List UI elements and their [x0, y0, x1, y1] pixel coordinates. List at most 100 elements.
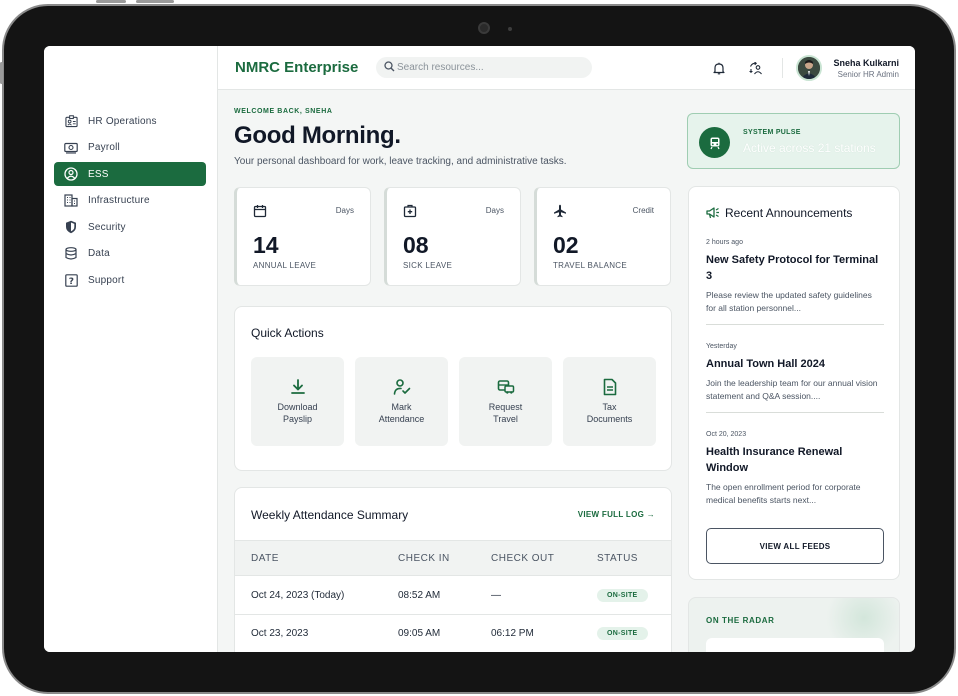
building-icon	[64, 194, 78, 208]
action-label: Tax Documents	[586, 402, 633, 424]
user-name: Sneha Kulkarni	[833, 58, 899, 68]
check-out-cell: 06:12 PM	[491, 628, 534, 639]
section-title: Quick Actions	[251, 326, 324, 340]
status-badge: ON-SITE	[597, 627, 648, 640]
sidebar-item-label: Security	[88, 221, 126, 233]
attendance-card: Weekly Attendance Summary VIEW FULL LOG …	[234, 487, 672, 652]
avatar[interactable]	[796, 55, 822, 81]
stat-unit: Days	[335, 206, 354, 215]
announcement-item[interactable]: 2 hours ago New Safety Protocol for Term…	[706, 239, 884, 315]
sidebar-item-security[interactable]: Security	[54, 215, 206, 239]
action-label: Download Payslip	[277, 402, 318, 424]
sidebar-item-payroll[interactable]: Payroll	[54, 136, 206, 160]
status-badge: ON-SITE	[597, 589, 648, 602]
sidebar-nav: HR Operations Payroll ESS Infrastructure	[54, 109, 206, 295]
stat-card-sick-leave[interactable]: Days 08 SICK LEAVE	[384, 187, 521, 286]
request-travel-button[interactable]: Request Travel	[459, 357, 552, 446]
stat-label: TRAVEL BALANCE	[553, 261, 628, 270]
announcement-title: Annual Town Hall 2024	[706, 358, 825, 370]
user-role: Senior HR Admin	[837, 70, 899, 79]
quick-actions-card: Quick Actions Download Payslip Mark Atte…	[234, 306, 672, 471]
table-row[interactable]: Oct 23, 2023 09:05 AM 06:12 PM ON-SITE	[235, 615, 671, 652]
switch-user-icon[interactable]	[748, 60, 764, 76]
notification-bell-icon[interactable]	[711, 60, 727, 76]
car-icon	[497, 378, 515, 396]
stat-label: ANNUAL LEAVE	[253, 261, 317, 270]
check-in-cell: 08:52 AM	[398, 590, 441, 601]
search-input[interactable]	[397, 62, 577, 73]
announcement-time: Oct 20, 2023	[706, 431, 747, 438]
brand-title[interactable]: NMRC Enterprise	[235, 59, 358, 76]
sensor	[508, 27, 512, 31]
sidebar: HR Operations Payroll ESS Infrastructure	[44, 46, 218, 652]
on-the-radar-card: ON THE RADAR	[688, 597, 900, 652]
help-square-icon: ?	[64, 274, 78, 288]
welcome-label: WELCOME BACK, SNEHA	[234, 108, 333, 115]
column-header[interactable]: DATE	[251, 541, 279, 575]
action-label: Mark Attendance	[378, 402, 425, 424]
column-header[interactable]: STATUS	[597, 541, 638, 575]
announcement-body: Join the leadership team for our annual …	[706, 378, 878, 401]
stat-value: 08	[403, 232, 429, 258]
user-circle-icon	[64, 167, 78, 181]
toolbar-divider	[782, 58, 783, 78]
divider	[706, 412, 884, 413]
sidebar-item-hr-operations[interactable]: HR Operations	[54, 109, 206, 133]
svg-text:?: ?	[68, 277, 73, 287]
download-payslip-button[interactable]: Download Payslip	[251, 357, 344, 446]
train-icon	[699, 127, 730, 158]
action-label: Request Travel	[488, 402, 523, 424]
sidebar-item-label: Infrastructure	[88, 195, 150, 207]
stat-value: 02	[553, 232, 579, 258]
power-button	[136, 0, 174, 3]
sidebar-item-support[interactable]: ? Support	[54, 269, 206, 293]
sidebar-item-infrastructure[interactable]: Infrastructure	[54, 189, 206, 213]
check-out-cell: —	[491, 590, 501, 601]
search-icon	[384, 59, 395, 77]
table-header: DATE CHECK IN CHECK OUT STATUS	[235, 540, 671, 576]
view-full-log-link[interactable]: VIEW FULL LOG →	[578, 510, 655, 519]
sidebar-item-label: Payroll	[88, 142, 120, 154]
download-icon	[289, 378, 307, 396]
id-card-icon	[64, 114, 78, 128]
database-icon	[64, 247, 78, 261]
radar-label: ON THE RADAR	[706, 616, 775, 625]
search-box[interactable]	[376, 57, 592, 78]
volume-button	[96, 0, 126, 3]
announcement-body: The open enrollment period for corporate…	[706, 482, 861, 505]
system-pulse-banner: SYSTEM PULSE Active across 21 stations	[687, 113, 900, 169]
stat-unit: Credit	[632, 206, 654, 215]
screen: HR Operations Payroll ESS Infrastructure	[44, 46, 915, 652]
mark-attendance-button[interactable]: Mark Attendance	[355, 357, 448, 446]
stat-value: 14	[253, 232, 279, 258]
sidebar-item-data[interactable]: Data	[54, 242, 206, 266]
column-header[interactable]: CHECK IN	[398, 541, 450, 575]
sidebar-item-ess[interactable]: ESS	[54, 162, 206, 187]
announcement-item[interactable]: Yesterday Annual Town Hall 2024 Join the…	[706, 343, 884, 403]
tax-documents-button[interactable]: Tax Documents	[563, 357, 656, 446]
announcement-time: 2 hours ago	[706, 239, 743, 246]
shield-icon	[64, 220, 78, 234]
sidebar-item-label: Support	[88, 275, 125, 287]
sidebar-item-label: HR Operations	[88, 115, 157, 127]
announcement-title: New Safety Protocol for Terminal 3	[706, 254, 879, 282]
stat-unit: Days	[485, 206, 504, 215]
announcements-card: Recent Announcements 2 hours ago New Saf…	[688, 186, 900, 580]
user-check-icon	[393, 378, 411, 396]
column-header[interactable]: CHECK OUT	[491, 541, 554, 575]
stat-card-annual-leave[interactable]: Days 14 ANNUAL LEAVE	[234, 187, 371, 286]
stat-card-travel-balance[interactable]: Credit 02 TRAVEL BALANCE	[534, 187, 671, 286]
announcement-item[interactable]: Oct 20, 2023 Health Insurance Renewal Wi…	[706, 431, 884, 507]
view-all-feeds-button[interactable]: VIEW ALL FEEDS	[706, 528, 884, 564]
radar-item[interactable]	[706, 638, 884, 652]
sidebar-item-label: Data	[88, 248, 110, 260]
banknote-icon	[64, 141, 78, 155]
calendar-icon	[253, 204, 267, 218]
table-row[interactable]: Oct 24, 2023 (Today) 08:52 AM — ON-SITE	[235, 577, 671, 615]
page-title: Good Morning.	[234, 122, 401, 149]
document-icon	[601, 378, 619, 396]
stat-label: SICK LEAVE	[403, 261, 453, 270]
announcement-time: Yesterday	[706, 343, 737, 350]
date-cell: Oct 23, 2023	[251, 628, 309, 639]
airplane-icon	[553, 204, 567, 218]
